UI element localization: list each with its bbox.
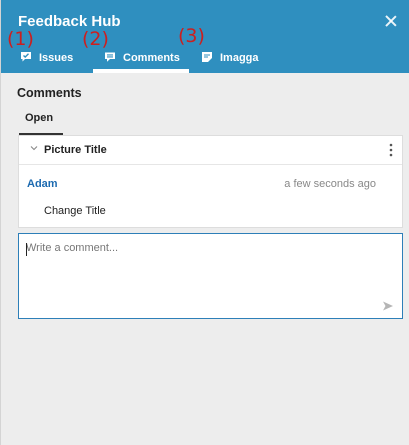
issues-icon bbox=[21, 52, 31, 62]
comment-author[interactable]: Adam bbox=[27, 178, 58, 190]
tab-imagga-label: Imagga bbox=[220, 52, 259, 64]
feedback-panel: Feedback Hub Issues Comments Imagga (1) … bbox=[0, 0, 409, 445]
more-options-icon[interactable] bbox=[388, 142, 394, 158]
comment-thread: Picture Title Adam a few seconds ago Cha… bbox=[18, 135, 403, 228]
comment-icon bbox=[105, 52, 115, 62]
close-icon[interactable] bbox=[384, 14, 398, 28]
annotation-3: (3) bbox=[178, 25, 205, 47]
imagga-icon bbox=[202, 52, 212, 62]
comments-section-title: Comments bbox=[17, 86, 82, 100]
comment-composer bbox=[18, 233, 403, 319]
tab-issues-label: Issues bbox=[39, 52, 74, 64]
panel-header: Feedback Hub Issues Comments Imagga bbox=[1, 0, 409, 73]
annotation-1: (1) bbox=[7, 28, 34, 50]
thread-title: Picture Title bbox=[44, 144, 107, 156]
comment-timestamp: a few seconds ago bbox=[284, 178, 376, 190]
tab-imagga[interactable]: Imagga bbox=[201, 45, 259, 73]
active-tab-indicator bbox=[93, 69, 189, 73]
text-cursor bbox=[26, 243, 27, 256]
comment-text: Change Title bbox=[44, 205, 106, 217]
tab-comments-label: Comments bbox=[123, 52, 180, 64]
annotation-2: (2) bbox=[82, 28, 109, 50]
tab-open[interactable]: Open bbox=[19, 105, 63, 135]
thread-header: Picture Title bbox=[19, 136, 402, 165]
send-icon[interactable] bbox=[382, 300, 394, 312]
comment-input[interactable] bbox=[26, 242, 366, 302]
chevron-down-icon[interactable] bbox=[29, 143, 39, 153]
